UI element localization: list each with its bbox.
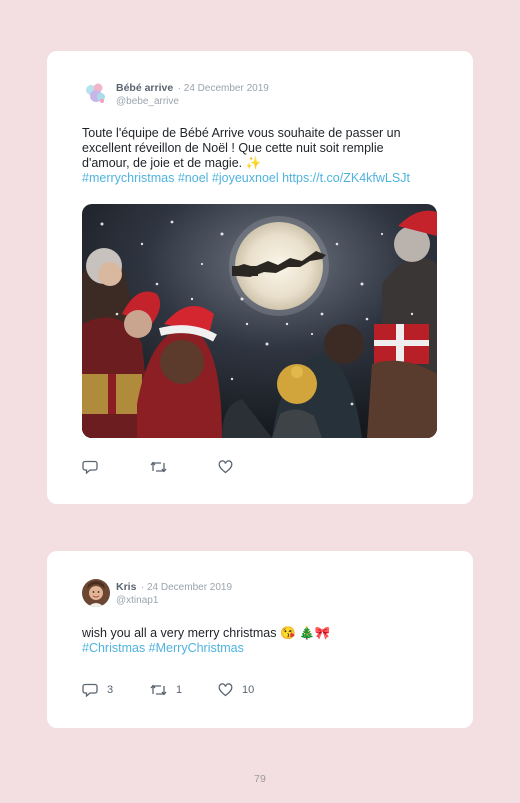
tweet-date: · 24 December 2019 <box>140 582 233 593</box>
tweet-text: Toute l'équipe de Bébé Arrive vous souha… <box>82 126 432 186</box>
reply-count: 3 <box>107 684 114 696</box>
tweet-hashtags[interactable]: #merrychristmas #noel #joyeuxnoel https:… <box>82 171 410 185</box>
retweet-button[interactable] <box>150 460 218 474</box>
tweet-hashtags[interactable]: #Christmas #MerryChristmas <box>82 641 244 655</box>
tweet-date: · 24 December 2019 <box>177 83 269 94</box>
tweet-body: wish you all a very merry christmas 😘 🎄🎀 <box>82 626 331 640</box>
like-icon <box>218 683 233 697</box>
retweet-button[interactable]: 1 <box>150 683 218 697</box>
tweet-header: Bébé arrive · 24 December 2019 @bebe_arr… <box>82 80 269 108</box>
retweet-icon <box>150 684 167 696</box>
reply-icon <box>82 460 98 474</box>
like-count: 10 <box>242 684 255 696</box>
like-icon <box>218 460 233 474</box>
tweet-card: Bébé arrive · 24 December 2019 @bebe_arr… <box>47 51 473 504</box>
author-handle[interactable]: @bebe_arrive <box>116 95 269 108</box>
like-button[interactable] <box>218 460 286 474</box>
reply-button[interactable] <box>82 460 150 474</box>
author-handle[interactable]: @xtinap1 <box>116 594 232 607</box>
retweet-icon <box>150 461 167 473</box>
tweet-text: wish you all a very merry christmas 😘 🎄🎀… <box>82 626 432 656</box>
avatar[interactable] <box>82 579 110 607</box>
retweet-count: 1 <box>176 684 183 696</box>
tweet-header: Kris · 24 December 2019 @xtinap1 <box>82 579 232 607</box>
tweet-card: Kris · 24 December 2019 @xtinap1 wish yo… <box>47 551 473 728</box>
reply-icon <box>82 683 98 697</box>
tweet-actions: 3 1 10 <box>82 683 286 697</box>
avatar[interactable] <box>82 80 110 108</box>
author-name[interactable]: Kris <box>116 581 136 593</box>
author-name[interactable]: Bébé arrive <box>116 82 173 94</box>
tweet-actions <box>82 460 286 474</box>
page-number: 79 <box>254 773 266 785</box>
tweet-photo[interactable] <box>82 204 437 438</box>
tweet-body: Toute l'équipe de Bébé Arrive vous souha… <box>82 126 401 170</box>
like-button[interactable]: 10 <box>218 683 286 697</box>
reply-button[interactable]: 3 <box>82 683 150 697</box>
